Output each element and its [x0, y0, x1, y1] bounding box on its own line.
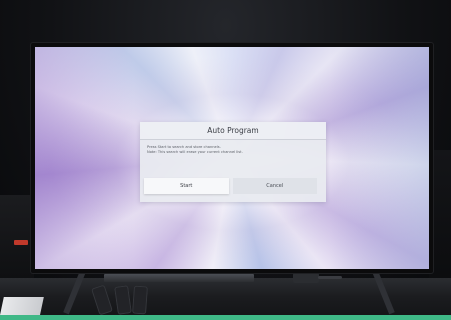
dialog-title: Auto Program: [140, 122, 326, 140]
keyboard: [104, 274, 254, 282]
small-device: [293, 273, 319, 283]
dialog-message: Press Start to search and store channels…: [140, 140, 326, 155]
remote-control: [132, 285, 148, 315]
dialog-button-row: Start Cancel: [144, 178, 317, 194]
cancel-button[interactable]: Cancel: [232, 178, 317, 194]
dialog-note-line: Note: This search will erase your curren…: [147, 150, 243, 154]
auto-program-dialog: Auto Program Press Start to search and s…: [140, 122, 326, 202]
bottom-green-strip: [0, 315, 451, 320]
cable: [318, 276, 342, 279]
start-button[interactable]: Start: [144, 178, 229, 194]
red-indicator-light: [14, 240, 28, 245]
white-object: [0, 297, 44, 315]
